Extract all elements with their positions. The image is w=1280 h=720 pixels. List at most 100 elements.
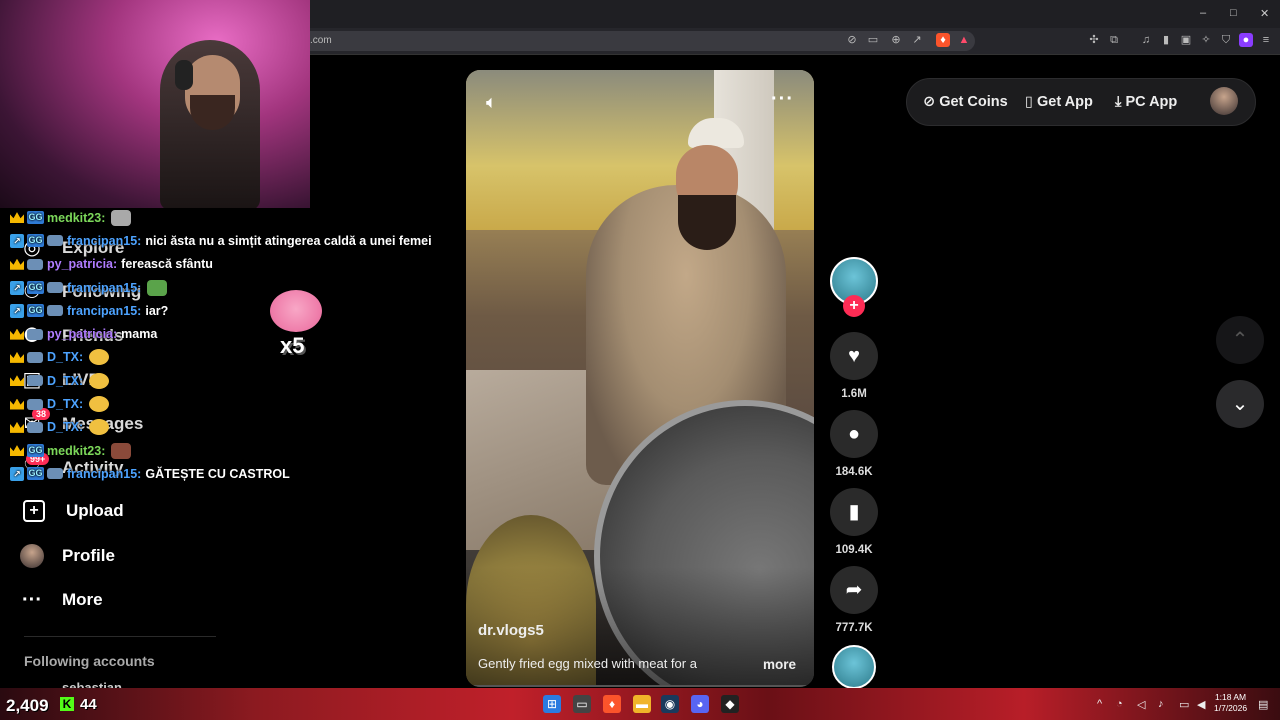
heart-icon: ♥ xyxy=(848,345,860,367)
wallet-icon[interactable]: ▣ xyxy=(1179,33,1193,47)
pc-app-label: PC App xyxy=(1125,94,1178,110)
camera-badge-icon xyxy=(27,375,43,387)
extensions-icon[interactable]: ✣ xyxy=(1087,33,1101,47)
sidebar-toggle-icon[interactable]: ▮ xyxy=(1159,33,1173,47)
chat-username: francipan15: xyxy=(67,466,142,481)
video-description: Gently fried egg mixed with meat for a xyxy=(478,656,697,671)
sidebar-item-upload[interactable]: + Upload xyxy=(20,500,124,522)
clock-date: 1/7/2026 xyxy=(1214,703,1248,713)
volume-tray-icon[interactable]: ◁ xyxy=(1137,698,1145,711)
comment-icon: ● xyxy=(847,423,861,445)
display-icon[interactable]: ▭ xyxy=(1179,698,1189,711)
media-icon[interactable]: ♫ xyxy=(1139,33,1153,47)
save-button[interactable]: ▮ xyxy=(830,488,878,536)
previous-video-button[interactable]: ⌃ xyxy=(1216,316,1264,364)
chat-username: D_TX: xyxy=(47,397,84,412)
get-coins-label: Get Coins xyxy=(939,94,1008,110)
reader-mode-icon[interactable]: ⊘ xyxy=(845,33,859,47)
video-author[interactable]: dr.vlogs5 xyxy=(478,622,544,639)
get-coins-button[interactable]: ⊘ Get Coins xyxy=(923,79,1008,125)
sub-badge-icon: ↗ xyxy=(10,303,24,318)
crown-badge-icon xyxy=(10,421,24,433)
crown-badge-icon xyxy=(10,398,24,410)
emote-icon xyxy=(111,209,132,226)
volume-icon[interactable]: 🔈︎ xyxy=(486,92,497,113)
phone-icon: ▯ xyxy=(1025,94,1033,110)
camera-badge-icon xyxy=(47,235,63,247)
sidebar-item-profile[interactable]: Profile xyxy=(20,544,115,568)
emote-icon xyxy=(89,372,110,389)
share-count: 777.7K xyxy=(835,622,873,634)
close-button[interactable]: ✕ xyxy=(1260,7,1269,20)
like-button[interactable]: ♥ xyxy=(830,332,878,380)
windows-start-icon[interactable]: ⊞ xyxy=(543,695,561,713)
chat-username: francipan15: xyxy=(67,280,142,295)
ai-icon[interactable]: ✧ xyxy=(1199,33,1213,47)
video-progress-bar[interactable] xyxy=(466,685,814,687)
user-avatar[interactable] xyxy=(1210,87,1238,115)
camera-badge-icon xyxy=(47,305,63,317)
gg-badge-icon: GG xyxy=(27,444,44,458)
next-video-button[interactable]: ⌄ xyxy=(1216,380,1264,428)
chat-username: py_patricia: xyxy=(47,257,118,272)
minimize-button[interactable]: – xyxy=(1200,7,1206,19)
cast-icon[interactable]: ▭ xyxy=(866,33,880,47)
sidebar-item-label: Profile xyxy=(62,546,115,565)
more-options-icon[interactable]: ··· xyxy=(771,88,794,111)
gg-badge-icon: GG xyxy=(27,304,44,318)
description-more-button[interactable]: more xyxy=(763,657,796,672)
crown-badge-icon xyxy=(10,212,24,224)
profile-extension-icon[interactable]: ● xyxy=(1239,33,1253,47)
crown-badge-icon xyxy=(10,375,24,387)
kirby-emote-icon xyxy=(270,290,322,332)
steam-icon[interactable]: ◉ xyxy=(661,695,679,713)
notification-icon[interactable]: ▤ xyxy=(1258,698,1268,711)
app-icon[interactable]: ◆ xyxy=(721,695,739,713)
chevron-down-icon: ⌄ xyxy=(1231,393,1249,415)
sub-badge-icon: ↗ xyxy=(10,466,24,481)
pc-app-button[interactable]: ⤓ PC App xyxy=(1115,79,1177,125)
share-icon[interactable]: ↗ xyxy=(910,33,924,47)
mic-icon[interactable]: ♪ xyxy=(1158,698,1164,710)
share-button[interactable]: ➦ xyxy=(830,566,878,614)
tab-icon[interactable]: ⧉ xyxy=(1107,33,1121,47)
camera-badge-icon xyxy=(27,398,43,410)
chat-message: GG medkit23: xyxy=(10,439,470,462)
video-player[interactable]: 🔈︎ ··· dr.vlogs5 Gently fried egg mixed … xyxy=(466,70,814,687)
sidebar-item-label: More xyxy=(62,590,103,609)
share-arrow-icon: ➦ xyxy=(845,579,863,601)
chat-username: francipan15: xyxy=(67,233,142,248)
chat-message: py_patricia: ferească sfântu xyxy=(10,253,470,276)
vpn-icon[interactable]: ⛉ xyxy=(1219,33,1233,47)
brave-shield-icon[interactable]: ♦ xyxy=(936,33,950,47)
file-explorer-icon[interactable]: ▬ xyxy=(633,695,651,713)
follow-plus-button[interactable]: + xyxy=(843,295,865,317)
discord-icon[interactable]: ◕ xyxy=(691,695,709,713)
network-icon[interactable]: ◔ xyxy=(1116,698,1123,710)
rewards-icon[interactable]: ▲ xyxy=(957,33,971,47)
crown-badge-icon xyxy=(10,328,24,340)
url-text: .com xyxy=(310,35,332,46)
comment-button[interactable]: ● xyxy=(830,410,878,458)
zoom-icon[interactable]: ⊕ xyxy=(889,33,903,47)
sound-avatar[interactable] xyxy=(832,645,876,689)
bookmark-icon: ▮ xyxy=(848,501,860,523)
chat-message: D_TX: xyxy=(10,416,470,439)
camera-badge-icon xyxy=(27,328,43,340)
chat-text: nici ăsta nu a simțit atingerea caldă a … xyxy=(145,233,432,248)
speaker-icon[interactable]: ◀ xyxy=(1197,698,1205,711)
taskbar-clock[interactable]: 1:18 AM 1/7/2026 xyxy=(1214,692,1247,714)
tray-chevron-icon[interactable]: ^ xyxy=(1097,698,1102,710)
brave-icon[interactable]: ♦ xyxy=(603,695,621,713)
emote-icon xyxy=(111,442,132,459)
emote-multiplier: x5 xyxy=(280,333,305,358)
menu-icon[interactable]: ≡ xyxy=(1259,33,1273,47)
sidebar-item-more[interactable]: ··· More xyxy=(20,588,103,612)
maximize-button[interactable]: □ xyxy=(1230,7,1237,19)
coin-icon: ⊘ xyxy=(923,94,936,110)
get-app-button[interactable]: ▯ Get App xyxy=(1025,79,1093,125)
chat-text: mama xyxy=(121,327,158,342)
headphones-icon xyxy=(175,60,193,90)
task-view-icon[interactable]: ▭ xyxy=(573,695,591,713)
browser-titlebar: – □ ✕ xyxy=(310,0,1280,28)
